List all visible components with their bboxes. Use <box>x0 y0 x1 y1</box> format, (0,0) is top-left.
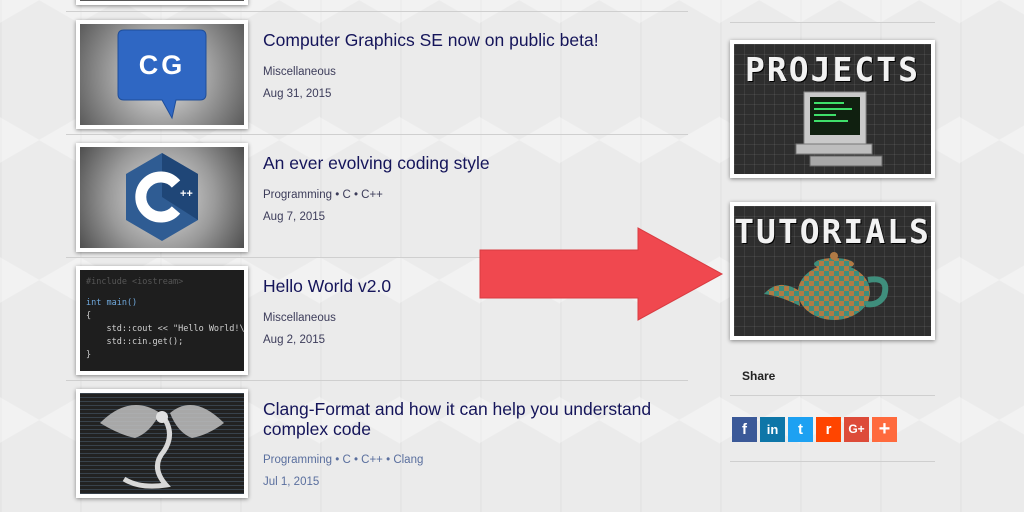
post-thumbnail-cg[interactable]: CG <box>76 20 248 129</box>
post-title[interactable]: Computer Graphics SE now on public beta! <box>263 30 663 50</box>
post-categories[interactable]: Programming • C • C++ <box>263 189 383 201</box>
post-thumbnail-hello-world[interactable]: #include <iostream> int main() { std::co… <box>76 266 248 375</box>
teapot-icon <box>764 252 889 320</box>
post-categories[interactable]: Programming • C • C++ • Clang <box>263 454 423 466</box>
dragon-icon <box>100 405 224 489</box>
share-divider <box>730 395 935 396</box>
post-divider <box>66 134 688 135</box>
sidebar-divider <box>730 22 935 23</box>
more-plus-icon[interactable]: + <box>872 417 897 442</box>
google-plus-icon[interactable]: G+ <box>844 417 869 442</box>
cpp-plus-text: ++ <box>180 188 193 200</box>
facebook-icon[interactable]: f <box>732 417 757 442</box>
post-divider <box>66 380 688 381</box>
post-title[interactable]: Clang-Format and how it can help you und… <box>263 399 663 439</box>
share-bottom-divider <box>730 461 935 462</box>
computer-icon <box>795 91 883 167</box>
twitter-icon[interactable]: t <box>788 417 813 442</box>
share-label: Share <box>742 369 776 383</box>
post-thumbnail-clang[interactable] <box>76 389 248 498</box>
code-line: #include <iostream> <box>86 277 184 287</box>
post-thumbnail-partial[interactable] <box>76 0 248 5</box>
arrow-icon <box>479 227 724 321</box>
reddit-icon[interactable]: r <box>816 417 841 442</box>
code-line: } <box>86 350 92 360</box>
code-line: int main() <box>86 298 138 308</box>
post-categories[interactable]: Miscellaneous <box>263 312 336 324</box>
post-date: Aug 2, 2015 <box>263 334 326 346</box>
code-line: { <box>86 311 92 321</box>
tutorials-banner[interactable]: TUTORIALS <box>730 202 935 340</box>
post-title[interactable]: An ever evolving coding style <box>263 153 663 173</box>
projects-banner[interactable]: PROJECTS <box>730 40 935 178</box>
linkedin-icon[interactable]: in <box>760 417 785 442</box>
post-divider <box>66 11 688 12</box>
post-date: Jul 1, 2015 <box>263 476 320 488</box>
cg-logo-text: CG <box>138 50 186 80</box>
post-categories[interactable]: Miscellaneous <box>263 66 336 78</box>
code-line: std::cout << "Hello World!\n"; <box>86 324 244 334</box>
post-thumbnail-cpp[interactable]: ++ <box>76 143 248 252</box>
code-line: std::cin.get(); <box>86 337 184 347</box>
cpp-logo-icon <box>126 153 198 241</box>
post-date: Aug 7, 2015 <box>263 211 326 223</box>
post-date: Aug 31, 2015 <box>263 88 332 100</box>
